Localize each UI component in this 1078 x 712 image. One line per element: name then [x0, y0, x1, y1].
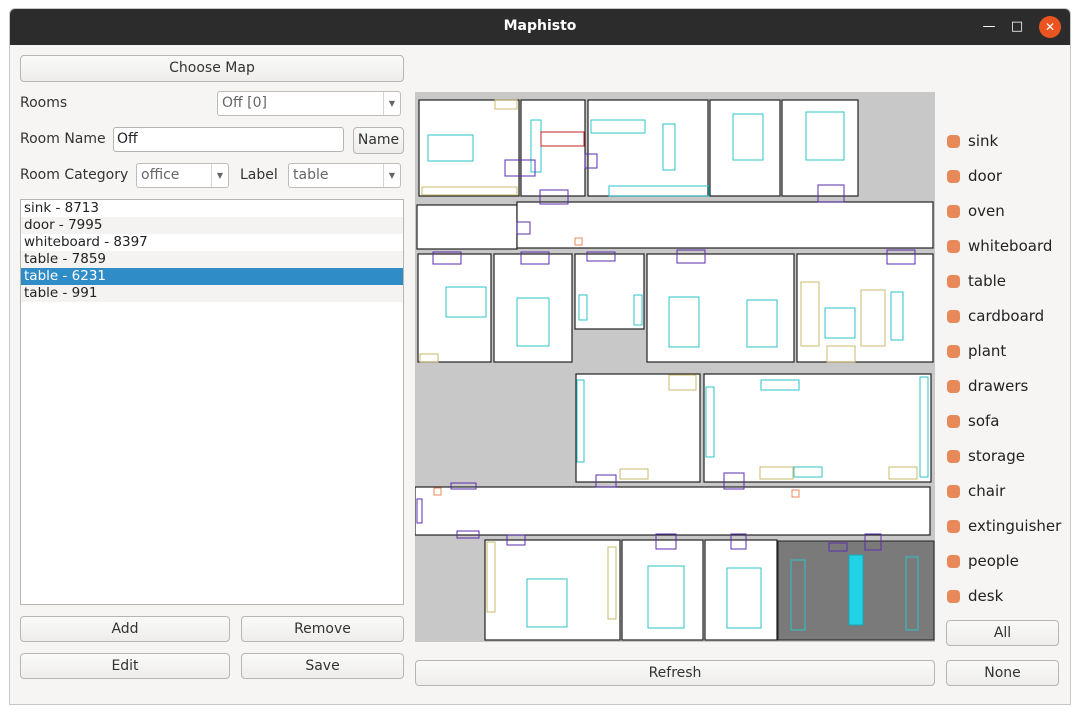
room[interactable]: [418, 99, 520, 197]
checkbox-icon[interactable]: [947, 345, 960, 358]
checkbox-icon[interactable]: [947, 240, 960, 253]
save-button[interactable]: Save: [241, 653, 404, 679]
list-item[interactable]: door - 7995: [21, 217, 403, 234]
checkbox-icon[interactable]: [947, 310, 960, 323]
title-bar: Maphisto — □ ✕: [10, 9, 1070, 45]
room[interactable]: [587, 99, 709, 197]
corridor[interactable]: [414, 486, 931, 536]
selected-table-object[interactable]: [848, 554, 864, 626]
chevron-down-icon: ▼: [383, 92, 400, 115]
rooms-label: Rooms: [20, 95, 68, 111]
app-window: Maphisto — □ ✕ Choose Map Rooms Off [0] …: [9, 8, 1071, 705]
checkbox-icon[interactable]: [947, 520, 960, 533]
checkbox-icon[interactable]: [947, 275, 960, 288]
checkbox-icon[interactable]: [947, 485, 960, 498]
none-button[interactable]: None: [946, 660, 1059, 686]
checkbox-icon[interactable]: [947, 415, 960, 428]
room[interactable]: [621, 539, 704, 641]
maximize-icon[interactable]: □: [1006, 16, 1028, 38]
checkbox-icon[interactable]: [947, 170, 960, 183]
chevron-down-icon: ▼: [211, 164, 228, 187]
name-button[interactable]: Name: [353, 127, 404, 154]
room[interactable]: [704, 539, 778, 641]
floor-map-canvas[interactable]: [414, 92, 935, 642]
label-select-value: table: [293, 167, 329, 183]
room-category-select[interactable]: office ▼: [136, 163, 229, 188]
refresh-button[interactable]: Refresh: [415, 660, 935, 686]
room[interactable]: [484, 539, 621, 641]
checkbox-icon[interactable]: [947, 590, 960, 603]
rooms-select[interactable]: Off [0] ▼: [217, 91, 401, 116]
checkbox-icon[interactable]: [947, 380, 960, 393]
room-name-label: Room Name: [20, 131, 106, 147]
list-item[interactable]: table - 991: [21, 285, 403, 302]
checkbox-icon[interactable]: [947, 135, 960, 148]
checkbox-icon[interactable]: [947, 450, 960, 463]
remove-button[interactable]: Remove: [241, 616, 404, 642]
room-category-value: office: [141, 167, 180, 183]
corridor[interactable]: [516, 201, 934, 249]
all-button[interactable]: All: [946, 620, 1059, 646]
list-item[interactable]: whiteboard - 8397: [21, 234, 403, 251]
close-icon[interactable]: ✕: [1039, 16, 1061, 38]
list-item-selected[interactable]: table - 6231: [21, 268, 403, 285]
corridor[interactable]: [416, 204, 518, 250]
room[interactable]: [781, 99, 859, 197]
minimize-icon[interactable]: —: [978, 16, 1000, 38]
list-item[interactable]: table - 7859: [21, 251, 403, 268]
choose-map-button[interactable]: Choose Map: [20, 55, 404, 82]
list-item[interactable]: sink - 8713: [21, 200, 403, 217]
window-title: Maphisto: [503, 18, 577, 34]
checkbox-icon[interactable]: [947, 205, 960, 218]
floor-map[interactable]: [414, 92, 935, 642]
checkbox-icon[interactable]: [947, 555, 960, 568]
add-button[interactable]: Add: [20, 616, 230, 642]
room[interactable]: [417, 253, 492, 363]
room-category-label: Room Category: [20, 167, 129, 183]
room-name-input[interactable]: Off: [113, 127, 344, 152]
room[interactable]: [703, 373, 932, 483]
label-label: Label: [240, 167, 278, 183]
label-select[interactable]: table ▼: [288, 163, 401, 188]
edit-button[interactable]: Edit: [20, 653, 230, 679]
rooms-select-value: Off [0]: [222, 95, 267, 111]
chevron-down-icon: ▼: [383, 164, 400, 187]
objects-list[interactable]: sink - 8713 door - 7995 whiteboard - 839…: [20, 199, 404, 605]
